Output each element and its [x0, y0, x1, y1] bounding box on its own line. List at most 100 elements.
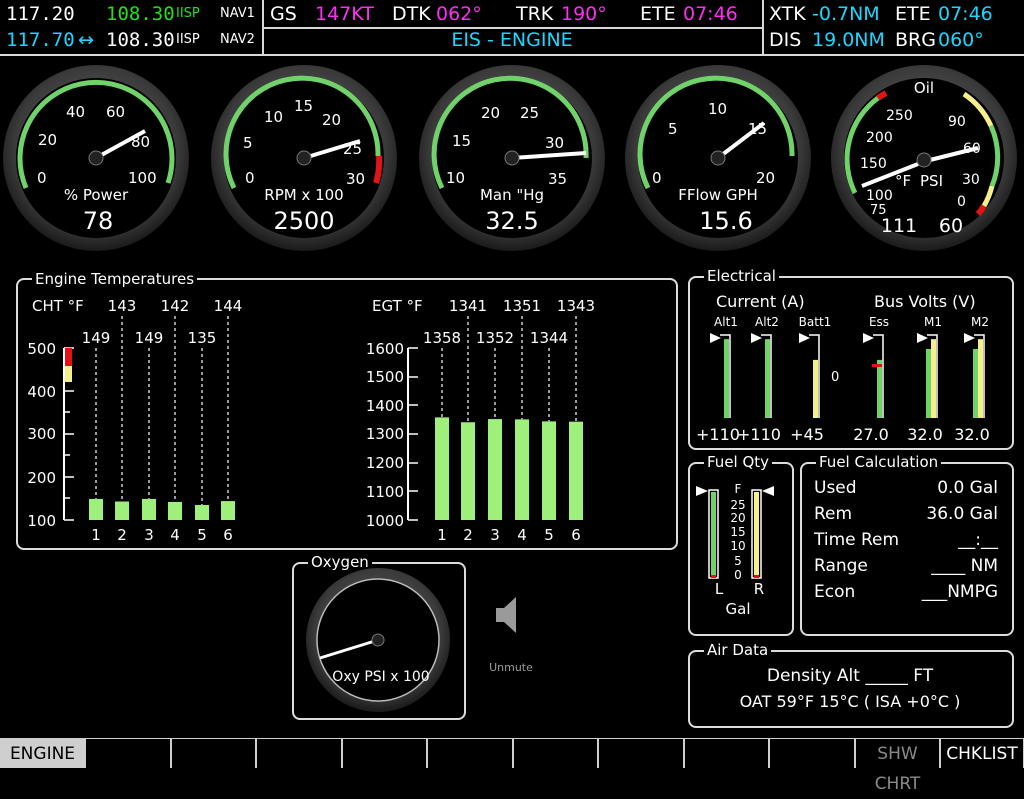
egt-value-3: 1352 — [476, 329, 514, 347]
softkey-checklist[interactable]: CHKLIST — [940, 738, 1024, 768]
power-label: % Power — [64, 186, 129, 204]
softkey-show-chart[interactable]: SHW CHRT — [855, 738, 940, 794]
man-tick-35: 35 — [548, 170, 567, 188]
elec-bar-fill-3 — [813, 359, 818, 418]
man-value: 32.5 — [485, 207, 538, 235]
bus-volts-label: Bus Volts (V) — [874, 292, 976, 311]
cht-value-2: 143 — [108, 297, 137, 315]
nav1-active-freq[interactable]: 117.20 — [6, 3, 75, 25]
cht-bar-4 — [168, 501, 182, 520]
egt-bar-2 — [461, 422, 475, 520]
rpm-tick-0: 0 — [245, 169, 255, 187]
fuel-qty-gauge: F 25 20 15 10 5 0 L R Gal — [696, 482, 774, 618]
softkey-7[interactable] — [513, 738, 598, 768]
fuel-calc-row: Time Rem __:__ — [812, 530, 998, 556]
cht-value-6: 144 — [214, 297, 243, 315]
cht-bar-2 — [115, 501, 129, 520]
fuel-tick-20: 20 — [730, 511, 745, 525]
softkey-9[interactable] — [684, 738, 769, 768]
gs-label: GS — [270, 3, 297, 25]
elec-bar-value-1: +110 — [696, 425, 740, 444]
cht-axis-300: 300 — [27, 425, 56, 443]
range-label: Range — [814, 556, 868, 576]
egt-value-1: 1358 — [423, 329, 461, 347]
current-label: Current (A) — [716, 292, 805, 311]
fuel-used-label: Used — [814, 478, 857, 498]
rpm-value: 2500 — [273, 207, 334, 235]
cht-bars: 123456 — [89, 316, 235, 544]
softkey-5[interactable] — [342, 738, 427, 768]
softkey-engine[interactable]: ENGINE — [0, 738, 85, 768]
rpm-tick-5: 5 — [243, 134, 253, 152]
elec-bar-name-3: Batt1 — [799, 315, 832, 329]
elec-bar-fill-2 — [765, 339, 770, 418]
nav2-active-freq[interactable]: 117.70 — [6, 29, 75, 51]
electrical-bars: Alt1 +110 Alt2 +110 Batt1 +45 Ess 27.0 M1 32.0 M2 3… — [696, 315, 990, 444]
engine-temps-title: Engine Temperatures — [32, 270, 198, 288]
elec-pointer-4 — [863, 333, 874, 343]
fuel-tick-0: 0 — [734, 568, 742, 582]
elec-bar-fill-4 — [877, 359, 882, 418]
xtk-label: XTK — [769, 3, 806, 25]
dtk-value: 062° — [436, 3, 482, 25]
speaker-icon — [496, 597, 516, 633]
egt-axis-1500: 1500 — [366, 368, 404, 386]
elec-bar-name-1: Alt1 — [714, 315, 738, 329]
softkey-6[interactable] — [427, 738, 513, 768]
softkey-3[interactable] — [171, 738, 256, 768]
rpm-label: RPM x 100 — [264, 186, 343, 204]
fuel-calc-title: Fuel Calculation — [816, 453, 942, 471]
fuel-calc-row: Used 0.0 Gal — [812, 478, 998, 504]
egt-value-2: 1341 — [449, 297, 487, 315]
egt-value-6: 1343 — [557, 297, 595, 315]
elec-bar-name-5: M1 — [924, 315, 942, 329]
softkey-10[interactable] — [769, 738, 855, 768]
egt-axis-1100: 1100 — [366, 483, 404, 501]
power-gauge: 0 20 40 60 80 100 % Power 78 — [3, 65, 189, 251]
cht-cylinder-3: 3 — [144, 526, 154, 544]
gauge-row: 0 20 40 60 80 100 % Power 78 0 5 10 15 2… — [3, 65, 1017, 251]
fuel-qty-title: Fuel Qty — [704, 453, 773, 471]
power-tick-60: 60 — [106, 103, 125, 121]
cht-bar-5 — [195, 504, 209, 520]
engine-temp-chart: CHT °F 500 400 300 200 100 123456 149 14… — [27, 297, 595, 544]
fuel-rem-value: 36.0 Gal — [926, 504, 998, 524]
fuelflow-gauge: 0 5 10 15 20 FFlow GPH 15.6 — [625, 65, 811, 251]
power-tick-20: 20 — [38, 131, 57, 149]
oat-readout: OAT 59°F 15°C ( ISA +0°C ) — [739, 692, 961, 711]
ff-label: FFlow GPH — [678, 186, 758, 204]
dtk-label: DTK — [392, 3, 431, 25]
unmute-button[interactable]: Unmute — [478, 580, 544, 680]
cht-value-4: 142 — [161, 297, 190, 315]
elec-bar-value-5: 32.0 — [907, 425, 943, 444]
egt-axis-1000: 1000 — [366, 512, 404, 530]
nav2-label: NAV2 — [220, 32, 255, 47]
rpm-gauge: 0 5 10 15 20 25 30 RPM x 100 2500 — [211, 65, 397, 251]
elec-bar-fill-1 — [724, 339, 729, 418]
nav1-label: NAV1 — [220, 6, 255, 21]
swap-icon[interactable]: ↔ — [78, 29, 94, 51]
oil-temp-tick-100: 100 — [866, 188, 893, 204]
nav1-standby-freq[interactable]: 108.30 — [106, 3, 175, 25]
softkey-bar: ENGINE SHW CHRT CHKLIST — [0, 738, 1024, 794]
softkey-8[interactable] — [598, 738, 684, 768]
cht-cylinder-5: 5 — [197, 526, 207, 544]
cht-bar-1 — [89, 498, 103, 520]
egt-cylinder-6: 6 — [571, 526, 581, 544]
egt-cylinder-1: 1 — [437, 526, 447, 544]
oil-temp-tick-250: 250 — [886, 108, 913, 124]
oil-press-value: 60 — [939, 215, 963, 237]
cht-value-3: 149 — [135, 329, 164, 347]
manifold-gauge: 10 15 20 25 30 35 Man "Hg 32.5 — [419, 65, 605, 251]
egt-bar-1 — [435, 417, 449, 520]
egt-cylinder-3: 3 — [490, 526, 500, 544]
softkey-4[interactable] — [256, 738, 342, 768]
softkey-2[interactable] — [85, 738, 171, 768]
power-tick-100: 100 — [128, 169, 157, 187]
egt-axis-1200: 1200 — [366, 454, 404, 472]
elec-pointer-2 — [751, 333, 762, 343]
fuel-tick-25: 25 — [730, 498, 745, 512]
nav2-standby-freq[interactable]: 108.30 — [106, 29, 175, 51]
power-tick-0: 0 — [37, 169, 47, 187]
fuel-right-pointer — [762, 486, 774, 496]
